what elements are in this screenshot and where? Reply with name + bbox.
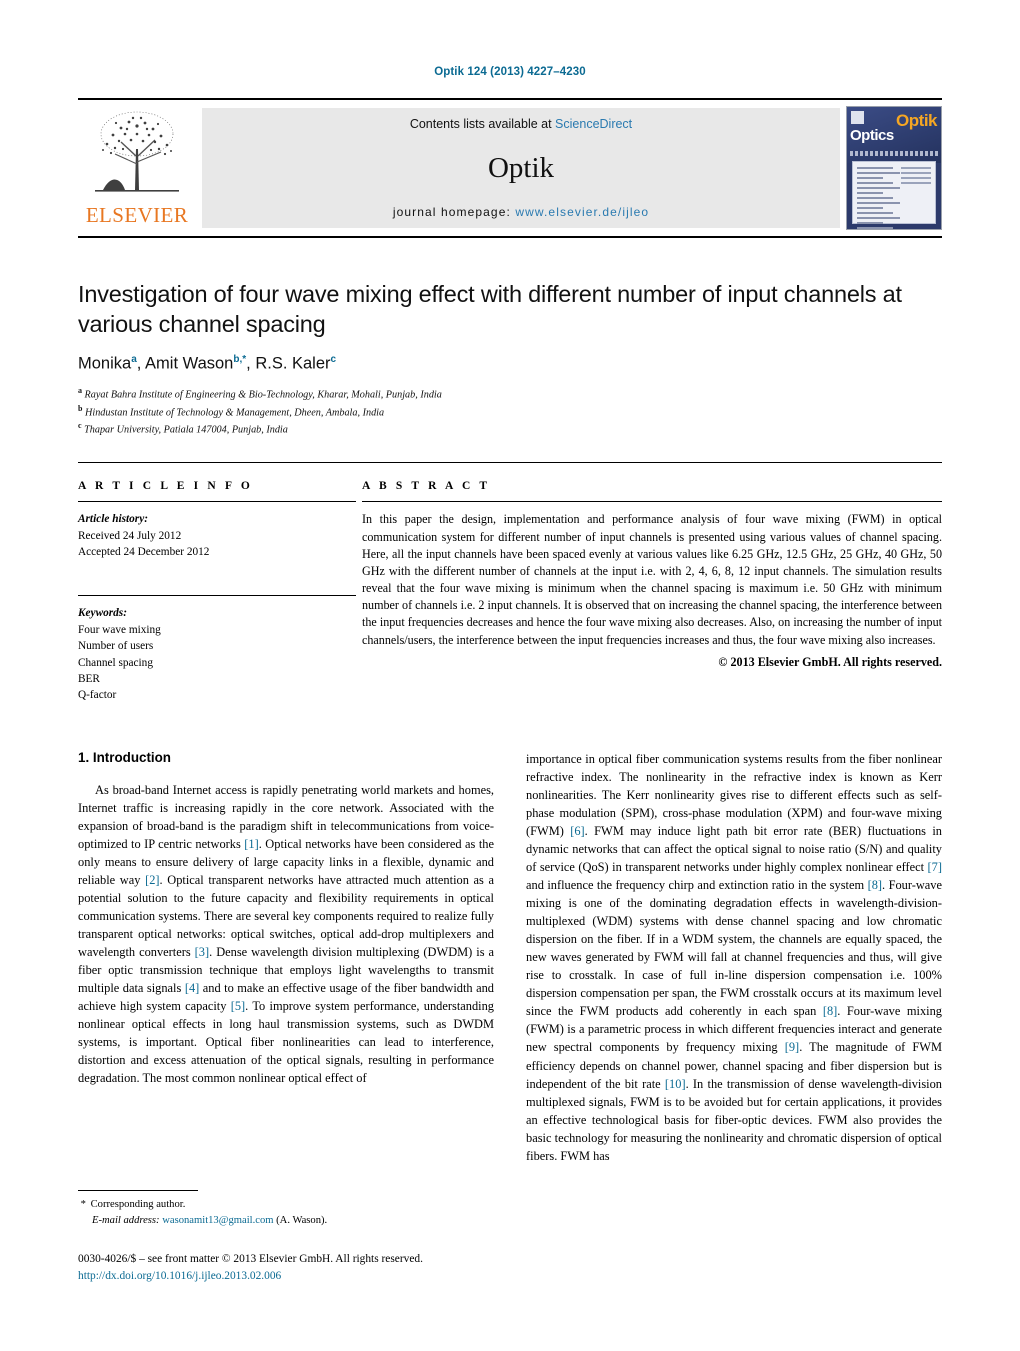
intro-text-chunk: . Four-wave mixing is one of the dominat… — [526, 878, 943, 1019]
cover-elsevier-icon — [851, 111, 864, 124]
cover-contents-lines — [857, 167, 900, 229]
affiliation-text: Rayat Bahra Institute of Engineering & B… — [84, 389, 442, 401]
corresponding-author-line: * Corresponding author. — [78, 1197, 518, 1213]
keywords-label: Keywords: — [78, 607, 127, 620]
keywords-block: Keywords: Four wave mixing Number of use… — [78, 605, 356, 703]
keywords-divider — [78, 595, 356, 597]
author-name: Amit Wason — [145, 354, 234, 373]
author-name: R.S. Kaler — [255, 354, 331, 373]
journal-masthead: ELSEVIER Contents lists available at Sci… — [78, 98, 942, 238]
abstract-copyright: © 2013 Elsevier GmbH. All rights reserve… — [718, 654, 942, 669]
contents-available-line: Contents lists available at ScienceDirec… — [410, 117, 632, 131]
contents-prefix: Contents lists available at — [409, 117, 556, 131]
affiliation-text: Hindustan Institute of Technology & Mana… — [85, 406, 385, 418]
abstract-divider — [362, 501, 942, 503]
homepage-prefix: journal homepage: — [392, 205, 516, 219]
keyword-item: BER — [78, 672, 100, 685]
affiliation-text: Thapar University, Patiala 147004, Punja… — [84, 424, 288, 436]
keyword-item: Number of users — [78, 640, 154, 653]
body-columns: 1. Introduction As broad-band Internet a… — [78, 750, 942, 1165]
author-affiliation-mark: c — [330, 354, 337, 366]
email-link[interactable]: wasonamit13@gmail.com — [162, 1215, 273, 1226]
front-matter-text: 0030-4026/$ – see front matter © 2013 El… — [78, 1252, 423, 1265]
cover-title-main: Optik — [896, 111, 937, 130]
running-head: Optik 124 (2013) 4227–4230 — [434, 66, 586, 78]
journal-band: Contents lists available at ScienceDirec… — [202, 108, 840, 228]
doi-link[interactable]: http://dx.doi.org/10.1016/j.ijleo.2013.0… — [78, 1268, 518, 1285]
article-title: Investigation of four wave mixing effect… — [78, 281, 902, 337]
abstract-heading: A B S T R A C T — [362, 480, 491, 493]
abstract-text: In this paper the design, implementation… — [362, 512, 942, 647]
author-affiliation-mark: a — [131, 354, 137, 366]
journal-homepage-line: journal homepage: www.elsevier.de/ijleo — [393, 205, 649, 219]
received-date: Received 24 July 2012 — [78, 529, 182, 542]
footnote-rule — [78, 1190, 198, 1191]
elsevier-logo: ELSEVIER — [78, 100, 196, 236]
affiliation-item: c Thapar University, Patiala 147004, Pun… — [78, 420, 942, 438]
intro-paragraph-left: As broad-band Internet access is rapidly… — [78, 781, 494, 1088]
footnote-area: * Corresponding author. E-mail address: … — [78, 1190, 518, 1285]
citation-link[interactable]: [7] — [928, 860, 942, 874]
affiliation-mark: a — [78, 385, 82, 395]
front-matter-block: 0030-4026/$ – see front matter © 2013 El… — [78, 1251, 518, 1285]
email-line: E-mail address: wasonamit13@gmail.com (A… — [78, 1213, 518, 1229]
keyword-item: Channel spacing — [78, 656, 153, 669]
sciencedirect-link[interactable]: ScienceDirect — [555, 117, 632, 131]
citation-link[interactable]: [8] — [868, 878, 882, 892]
body-column-left: 1. Introduction As broad-band Internet a… — [78, 750, 494, 1165]
cover-contents-panel — [852, 161, 936, 229]
journal-cover-thumbnail[interactable]: Optik Optics — [846, 106, 942, 230]
citation-link[interactable]: [2] — [145, 873, 159, 887]
intro-text-chunk: . FWM may induce light path bit error ra… — [526, 823, 942, 874]
cover-top-area: Optik Optics — [847, 107, 941, 164]
citation-link[interactable]: [3] — [195, 945, 209, 959]
section-heading-introduction: 1. Introduction — [78, 749, 171, 765]
author-affiliation-mark: b,* — [233, 354, 247, 366]
abstract-column: A B S T R A C T In this paper the design… — [356, 480, 942, 703]
citation-link[interactable]: [4] — [185, 981, 199, 995]
info-abstract-row: A R T I C L E I N F O Article history: R… — [78, 480, 942, 703]
affiliation-mark: c — [78, 421, 82, 431]
body-column-right: importance in optical fiber communicatio… — [526, 750, 942, 1165]
affiliation-mark: b — [78, 403, 83, 413]
affiliation-list: a Rayat Bahra Institute of Engineering &… — [78, 385, 942, 439]
citation-link[interactable]: [6] — [570, 824, 584, 838]
keyword-item: Q-factor — [78, 689, 117, 702]
article-history-label: Article history: — [78, 513, 148, 526]
article-info-heading: A R T I C L E I N F O — [78, 480, 253, 493]
corresponding-author-note: * Corresponding author. E-mail address: … — [78, 1197, 518, 1229]
author-name: Monika — [78, 354, 132, 373]
citation-link[interactable]: [9] — [785, 1040, 799, 1054]
intro-text-chunk: and influence the frequency chirp and ex… — [526, 878, 868, 893]
citation-link[interactable]: [10] — [665, 1077, 686, 1091]
cover-title-sub: Optics — [850, 127, 894, 144]
corresponding-author-label: Corresponding author. — [90, 1199, 186, 1210]
affiliation-item: a Rayat Bahra Institute of Engineering &… — [78, 385, 942, 403]
elsevier-wordmark: ELSEVIER — [85, 203, 189, 227]
author-list: Monikaa, Amit Wasonb,*, R.S. Kalerc — [78, 354, 337, 373]
info-section-rule — [78, 462, 942, 464]
citation-link[interactable]: [1] — [244, 837, 258, 851]
citation-link[interactable]: [5] — [231, 999, 245, 1013]
cover-sidebar-lines — [901, 167, 931, 187]
email-owner: (A. Wason). — [276, 1214, 328, 1226]
corresponding-marker: * — [80, 1199, 86, 1210]
email-label: E-mail address: — [92, 1214, 160, 1226]
article-page: Optik 124 (2013) 4227–4230 ELSEVIER Cont… — [0, 0, 1020, 1351]
intro-paragraph-right: importance in optical fiber communicatio… — [526, 750, 942, 1165]
article-info-column: A R T I C L E I N F O Article history: R… — [78, 480, 356, 703]
citation-link[interactable]: [8] — [823, 1004, 837, 1018]
cover-subtitle-strip — [850, 151, 938, 156]
journal-title: Optik — [487, 151, 555, 184]
elsevier-tree-icon — [95, 111, 179, 192]
accepted-date: Accepted 24 December 2012 — [78, 546, 210, 559]
homepage-url-link[interactable]: www.elsevier.de/ijleo — [515, 205, 649, 219]
affiliation-item: b Hindustan Institute of Technology & Ma… — [78, 403, 942, 421]
article-history-block: Article history: Received 24 July 2012 A… — [78, 511, 356, 560]
article-info-divider — [78, 501, 356, 503]
keyword-item: Four wave mixing — [78, 623, 161, 636]
